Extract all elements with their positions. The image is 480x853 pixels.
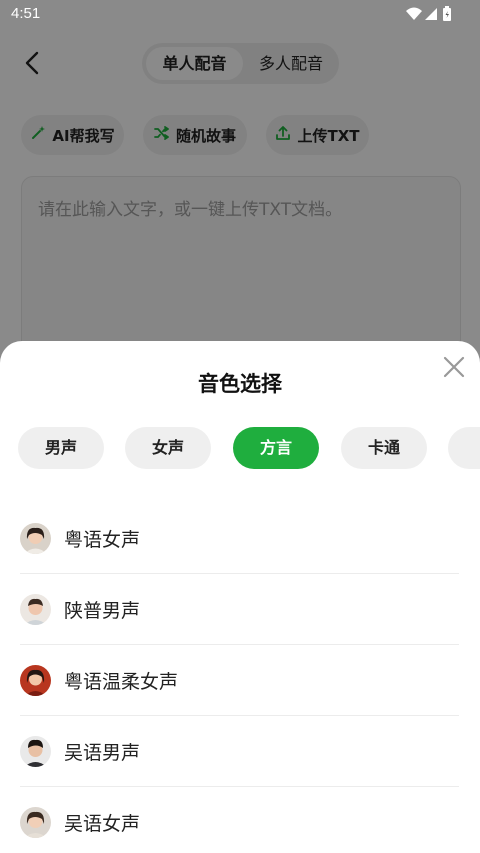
tab-dialect[interactable]: 方言 bbox=[233, 427, 319, 469]
voice-item[interactable]: 粤语温柔女声 bbox=[20, 645, 459, 716]
voice-picker-sheet: 音色选择 男声 女声 方言 卡通 粤语女声 陕普男声 粤语温柔女声 吴语男声 吴… bbox=[0, 341, 480, 853]
avatar bbox=[20, 523, 51, 554]
voice-name: 陕普男声 bbox=[64, 600, 141, 622]
signal-icon bbox=[425, 8, 437, 20]
status-time: 4:51 bbox=[11, 5, 41, 22]
tab-cartoon[interactable]: 卡通 bbox=[341, 427, 427, 469]
tab-more-partial[interactable] bbox=[448, 427, 480, 469]
tab-female-voice[interactable]: 女声 bbox=[125, 427, 211, 469]
voice-name: 粤语温柔女声 bbox=[64, 671, 179, 693]
wifi-icon bbox=[406, 7, 422, 20]
voice-name: 吴语女声 bbox=[64, 813, 141, 835]
system-status-icons bbox=[406, 6, 452, 22]
voice-item[interactable]: 粤语女声 bbox=[20, 503, 459, 574]
voice-item[interactable]: 吴语男声 bbox=[20, 716, 459, 787]
voice-item[interactable]: 陕普男声 bbox=[20, 574, 459, 645]
sheet-title: 音色选择 bbox=[198, 372, 282, 396]
battery-icon bbox=[443, 6, 451, 21]
tab-male-voice[interactable]: 男声 bbox=[18, 427, 104, 469]
voice-name: 吴语男声 bbox=[64, 742, 141, 764]
avatar bbox=[20, 665, 51, 696]
close-icon[interactable] bbox=[441, 354, 467, 380]
avatar bbox=[20, 736, 51, 767]
avatar bbox=[20, 807, 51, 838]
status-bar: 4:51 bbox=[0, 0, 480, 28]
voice-name: 粤语女声 bbox=[64, 529, 141, 551]
voice-item[interactable]: 吴语女声 bbox=[20, 787, 459, 853]
avatar bbox=[20, 594, 51, 625]
